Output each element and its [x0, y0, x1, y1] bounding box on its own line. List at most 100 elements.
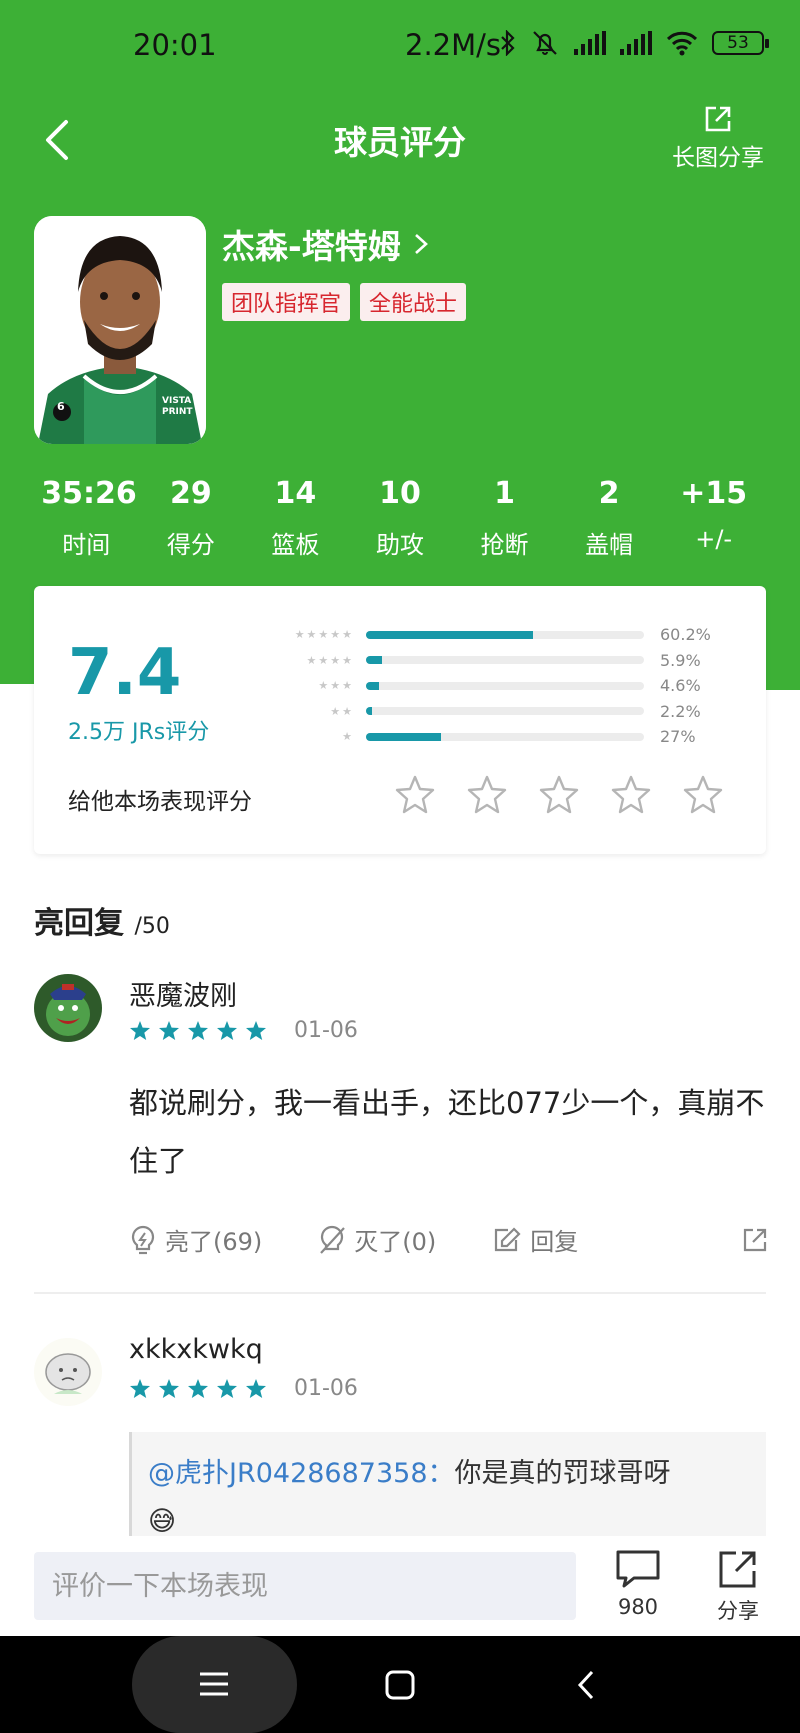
distribution-bar [366, 656, 383, 665]
rate-star-2-icon[interactable] [466, 774, 508, 814]
system-back-icon[interactable] [574, 1668, 598, 1702]
distribution-percent: 4.6% [660, 676, 701, 696]
star-filled-icon [217, 1021, 237, 1040]
reply-content: 都说刷分，我一看出手，还比077少一个，真崩不住了 [129, 1086, 765, 1178]
dislike-button[interactable]: 灭了(0) [318, 1222, 436, 1257]
rate-stars [394, 774, 724, 814]
stat-value: 35:26 [41, 476, 137, 511]
stat-value: 14 [274, 476, 317, 511]
username[interactable]: xkkxkwkq [129, 1334, 263, 1365]
reply-button[interactable]: 回复 [492, 1222, 578, 1257]
jersey-number: 6 [57, 400, 65, 413]
status-time: 20:01 [133, 28, 217, 62]
distribution-track [366, 707, 644, 716]
user-avatar-icon [34, 974, 102, 1042]
distribution-percent: 27% [660, 727, 696, 747]
edit-icon [495, 1226, 521, 1251]
star-filled-icon [130, 1379, 150, 1398]
distribution-row: ★★★★★ 60.2% [284, 622, 744, 648]
replies-count: /50 [134, 914, 170, 939]
distribution-bar [366, 681, 379, 690]
rate-star-3-icon[interactable] [538, 774, 580, 814]
distribution-bar [366, 630, 534, 639]
bluetooth-icon [501, 30, 515, 56]
comment-input[interactable] [34, 1552, 576, 1620]
star-filled-icon [188, 1379, 208, 1398]
star-filled-icon [188, 1021, 208, 1040]
rating-distribution: ★★★★★ 60.2% ★★★★ 5.9% ★★★ 4.6% ★★ 2.2% ★ 27% [284, 622, 744, 750]
network-speed: 2.2M/s [405, 28, 502, 62]
rate-star-4-icon[interactable] [610, 774, 652, 814]
player-name-link[interactable]: 杰森-塔特姆 [222, 220, 429, 268]
distribution-track [366, 681, 644, 690]
star-level-icon: ★ [342, 730, 354, 744]
star-filled-icon [130, 1021, 150, 1040]
stat-rebounds: 14 篮板 [250, 476, 340, 560]
stat-label: 助攻 [375, 531, 424, 559]
star-level-icon: ★★★ [318, 679, 354, 693]
long-image-share-button[interactable]: 长图分享 [672, 104, 764, 172]
star-level-icon: ★★ [330, 704, 354, 718]
quoted-user[interactable]: @虎扑JR0428687358： [148, 1458, 455, 1489]
star-filled-icon [159, 1021, 179, 1040]
system-navigation-bar [0, 1636, 800, 1733]
avatar[interactable] [34, 1338, 102, 1406]
jersey-text: VISTA PRINT [162, 396, 193, 417]
share-button[interactable]: 分享 [716, 1548, 760, 1625]
rate-star-5-icon[interactable] [682, 774, 724, 814]
stat-label: +/- [695, 525, 733, 553]
home-icon[interactable] [384, 1669, 416, 1701]
quoted-reply[interactable]: @虎扑JR0428687358：你是真的罚球哥呀 😅 [129, 1432, 766, 1536]
distribution-percent: 60.2% [660, 625, 711, 645]
stat-label: 得分 [166, 531, 215, 559]
reply-label: 回复 [530, 1228, 579, 1256]
rate-star-1-icon[interactable] [394, 774, 436, 814]
stat-steals: 1 抢断 [460, 476, 550, 560]
share-icon[interactable] [741, 1226, 769, 1254]
sweat-smile-icon: 😅 [148, 1506, 177, 1536]
distribution-track [366, 630, 644, 639]
distribution-bar [366, 707, 373, 716]
star-filled-icon [246, 1021, 266, 1040]
username[interactable]: 恶魔波刚 [129, 974, 237, 1013]
lightbulb-off-icon [320, 1225, 346, 1254]
user-rating-stars [129, 1378, 267, 1399]
distribution-percent: 2.2% [660, 701, 701, 721]
mute-icon [533, 31, 557, 55]
star-level-icon: ★★★★★ [294, 628, 354, 642]
distribution-track [366, 732, 644, 741]
like-button[interactable]: 亮了(69) [129, 1222, 262, 1257]
distribution-row: ★★★★ 5.9% [284, 648, 744, 674]
dislike-label: 灭了(0) [354, 1228, 437, 1256]
status-bar: 20:01 2.2M/s 53 [0, 0, 800, 92]
stat-points: 29 得分 [146, 476, 236, 560]
stat-value: 29 [169, 476, 212, 511]
rating-card: 7.4 2.5万 JRs评分 ★★★★★ 60.2% ★★★★ 5.9% ★★★ 4.… [34, 586, 766, 854]
reply-divider [34, 1292, 766, 1294]
rating-count: 2.5万 JRs评分 [68, 720, 210, 745]
stat-plus-minus: +15 +/- [669, 476, 759, 560]
menu-icon[interactable] [198, 1669, 230, 1699]
distribution-row: ★★ 2.2% [284, 699, 744, 725]
status-icons: 53 [500, 30, 769, 56]
chevron-right-icon [414, 234, 428, 254]
distribution-track [366, 656, 644, 665]
reply-actions: 亮了(69) 灭了(0) 回复 [129, 1222, 769, 1257]
default-avatar-icon [34, 1338, 102, 1406]
player-tag: 团队指挥官 [222, 283, 351, 321]
quoted-text: 你是真的罚球哥呀 [454, 1458, 671, 1489]
stat-label: 抢断 [480, 531, 529, 559]
stat-value: 2 [598, 476, 620, 511]
share-icon [719, 1551, 756, 1588]
comments-button[interactable]: 980 [614, 1548, 662, 1619]
player-photo[interactable]: 6 VISTA PRINT [34, 216, 206, 444]
stat-time: 35:26 时间 [41, 476, 137, 560]
reply-date: 01-06 [294, 1018, 358, 1043]
stat-value: +15 [680, 476, 748, 511]
share-label: 分享 [717, 1599, 759, 1623]
user-rating-stars [129, 1020, 267, 1041]
battery-level: 53 [727, 33, 749, 53]
avatar[interactable] [34, 974, 102, 1042]
bottom-bar: 980 分享 [0, 1536, 800, 1636]
distribution-percent: 5.9% [660, 650, 701, 670]
